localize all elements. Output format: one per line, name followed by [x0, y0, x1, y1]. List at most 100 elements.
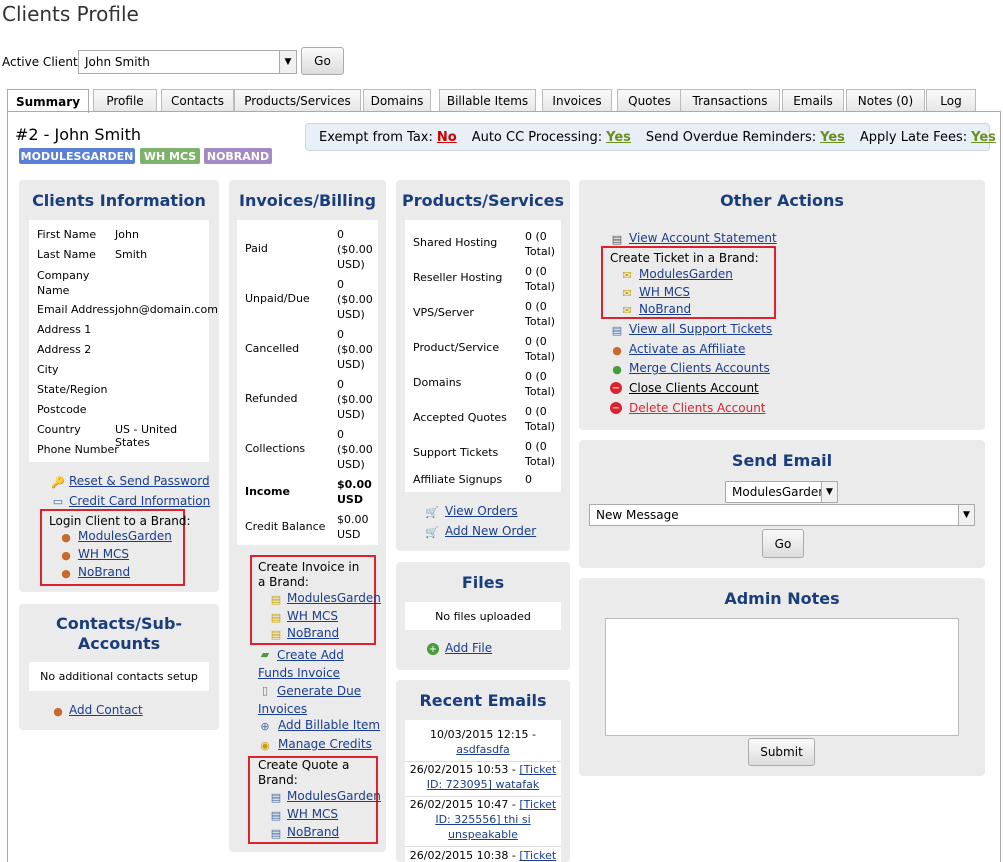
create-invoice-modulesgarden[interactable]: ModulesGarden: [287, 591, 381, 605]
quote-icon: ▤: [270, 790, 282, 804]
contacts-title: Contacts/Sub-Accounts: [55, 614, 183, 653]
credit-card-link[interactable]: Credit Card Information: [69, 494, 210, 508]
product-stat-value: 0 (0 Total): [525, 335, 555, 363]
tab-billable-items[interactable]: Billable Items: [439, 89, 536, 112]
invoice-stat-label: Credit Balance: [245, 520, 326, 533]
create-ticket-modulesgarden[interactable]: ModulesGarden: [639, 267, 733, 281]
invoice-stat-label: Collections: [245, 442, 306, 455]
view-support-tickets-link[interactable]: View all Support Tickets: [629, 322, 772, 336]
login-brand-nobrand[interactable]: NoBrand: [78, 565, 130, 579]
chevron-down-icon[interactable]: ▼: [279, 51, 296, 73]
create-add-funds-link[interactable]: Create Add Funds Invoice: [258, 646, 368, 682]
add-file-link[interactable]: Add File: [445, 641, 492, 655]
add-user-icon: ●: [53, 704, 63, 718]
view-orders-link[interactable]: View Orders: [445, 504, 518, 518]
recent-emails-list: 10/03/2015 12:15 - asdfasdfa 26/02/2015 …: [405, 720, 561, 862]
create-quote-modulesgarden[interactable]: ModulesGarden: [287, 789, 381, 803]
tab-products-services[interactable]: Products/Services: [234, 89, 361, 112]
tab-notes[interactable]: Notes (0): [846, 89, 925, 112]
add-new-order-link[interactable]: Add New Order: [445, 524, 536, 538]
send-email-go-button[interactable]: Go: [762, 529, 804, 558]
invoice-stat-value: $0.00 USD: [337, 478, 372, 506]
delete-icon: −: [610, 402, 622, 414]
tab-quotes[interactable]: Quotes: [617, 89, 682, 112]
delete-account-link[interactable]: Delete Clients Account: [629, 401, 766, 415]
tab-summary[interactable]: Summary: [7, 89, 89, 113]
create-invoice-nobrand[interactable]: NoBrand: [287, 626, 339, 640]
tab-transactions[interactable]: Transactions: [680, 89, 780, 112]
tab-contacts[interactable]: Contacts: [161, 89, 234, 112]
product-stat-value: 0 (0 Total): [525, 405, 555, 433]
tab-emails[interactable]: Emails: [782, 89, 844, 112]
product-stat-label: Accepted Quotes: [413, 411, 507, 424]
clients-information-title: Clients Information: [32, 191, 206, 210]
field-label: Email Address: [37, 303, 115, 316]
tickets-icon: ▤: [611, 323, 623, 337]
admin-notes-textarea[interactable]: [605, 618, 959, 736]
create-quote-whmcs[interactable]: WH MCS: [287, 807, 338, 821]
products-services-title: Products/Services: [402, 191, 564, 210]
email-item: 26/02/2015 10:53 - [Ticket ID: 723095] w…: [407, 762, 559, 792]
create-ticket-whmcs[interactable]: WH MCS: [639, 285, 690, 299]
chevron-down-icon[interactable]: ▼: [821, 482, 837, 502]
email-template-select[interactable]: New Message ▼: [589, 504, 975, 526]
reset-password-link[interactable]: Reset & Send Password: [69, 474, 210, 488]
create-quote-label: Create Quote a Brand:: [258, 758, 350, 787]
create-invoice-whmcs[interactable]: WH MCS: [287, 609, 338, 623]
email-template-value: New Message: [596, 508, 679, 522]
login-brand-modulesgarden[interactable]: ModulesGarden: [78, 529, 172, 543]
create-ticket-label: Create Ticket in a Brand:: [610, 251, 759, 265]
merge-accounts-link[interactable]: Merge Clients Accounts: [629, 361, 770, 375]
files-panel: Files No files uploaded + Add File: [396, 562, 570, 670]
product-stat-label: Domains: [413, 376, 462, 389]
generate-due-link[interactable]: Generate Due Invoices: [258, 682, 368, 718]
email-brand-select[interactable]: ModulesGarden ▼: [725, 481, 838, 503]
field-label: Phone Number: [37, 443, 119, 456]
field-label: First Name: [37, 228, 97, 241]
active-client-go-button[interactable]: Go: [301, 47, 344, 75]
exempt-tax-value[interactable]: No: [437, 130, 457, 145]
add-contact-link[interactable]: Add Contact: [69, 703, 143, 717]
field-label: Company Name: [37, 269, 90, 297]
tab-domains[interactable]: Domains: [363, 89, 431, 112]
invoice-stat-value: 0 ($0.00 USD): [337, 278, 373, 321]
manage-credits-link[interactable]: Manage Credits: [278, 737, 372, 751]
exempt-tax-label: Exempt from Tax:: [319, 129, 433, 145]
email-subject-link[interactable]: asdfasdfa: [456, 743, 509, 756]
product-stat-value: 0 (0 Total): [525, 300, 555, 328]
login-brand-label: Login Client to a Brand:: [49, 514, 191, 528]
brand-badge-modulesgarden: MODULESGARDEN: [19, 148, 135, 164]
tab-profile[interactable]: Profile: [93, 89, 157, 112]
view-account-statement-link[interactable]: View Account Statement: [629, 231, 777, 245]
tab-invoices[interactable]: Invoices: [542, 89, 612, 112]
product-stat-label: Shared Hosting: [413, 236, 498, 249]
invoice-icon: ▤: [270, 610, 282, 624]
add-billable-item-link[interactable]: Add Billable Item: [278, 718, 380, 732]
create-quote-nobrand[interactable]: NoBrand: [287, 825, 339, 839]
coins-icon: ◉: [260, 738, 270, 752]
send-email-title: Send Email: [731, 451, 833, 470]
email-subject-link[interactable]: [Ticket: [519, 849, 556, 862]
clients-information-table: First Name John Last Name Smith Company …: [29, 220, 218, 462]
auto-cc-value[interactable]: Yes: [606, 130, 631, 145]
admin-notes-submit-button[interactable]: Submit: [748, 738, 815, 766]
add-icon: +: [427, 643, 439, 655]
field-label: Postcode: [37, 403, 87, 416]
login-brand-whmcs[interactable]: WH MCS: [78, 547, 129, 561]
user-icon: ●: [612, 343, 622, 357]
create-ticket-nobrand[interactable]: NoBrand: [639, 302, 691, 316]
field-label: Country: [37, 423, 81, 436]
recent-emails-title: Recent Emails: [419, 691, 547, 710]
products-table: Shared Hosting 0 (0 Total) Reseller Host…: [405, 220, 561, 492]
invoice-stat-label: Unpaid/Due: [245, 292, 310, 305]
tab-log[interactable]: Log: [926, 89, 976, 112]
late-fees-value[interactable]: Yes: [971, 130, 996, 145]
close-account-link[interactable]: Close Clients Account: [629, 381, 759, 395]
product-stat-value: 0: [525, 473, 532, 486]
active-client-select[interactable]: John Smith ▼: [78, 50, 297, 74]
statement-icon: ▤: [611, 232, 623, 246]
activate-affiliate-link[interactable]: Activate as Affiliate: [629, 342, 745, 356]
overdue-reminders-value[interactable]: Yes: [820, 130, 845, 145]
credit-card-icon: ▭: [52, 494, 64, 508]
chevron-down-icon[interactable]: ▼: [958, 505, 974, 525]
